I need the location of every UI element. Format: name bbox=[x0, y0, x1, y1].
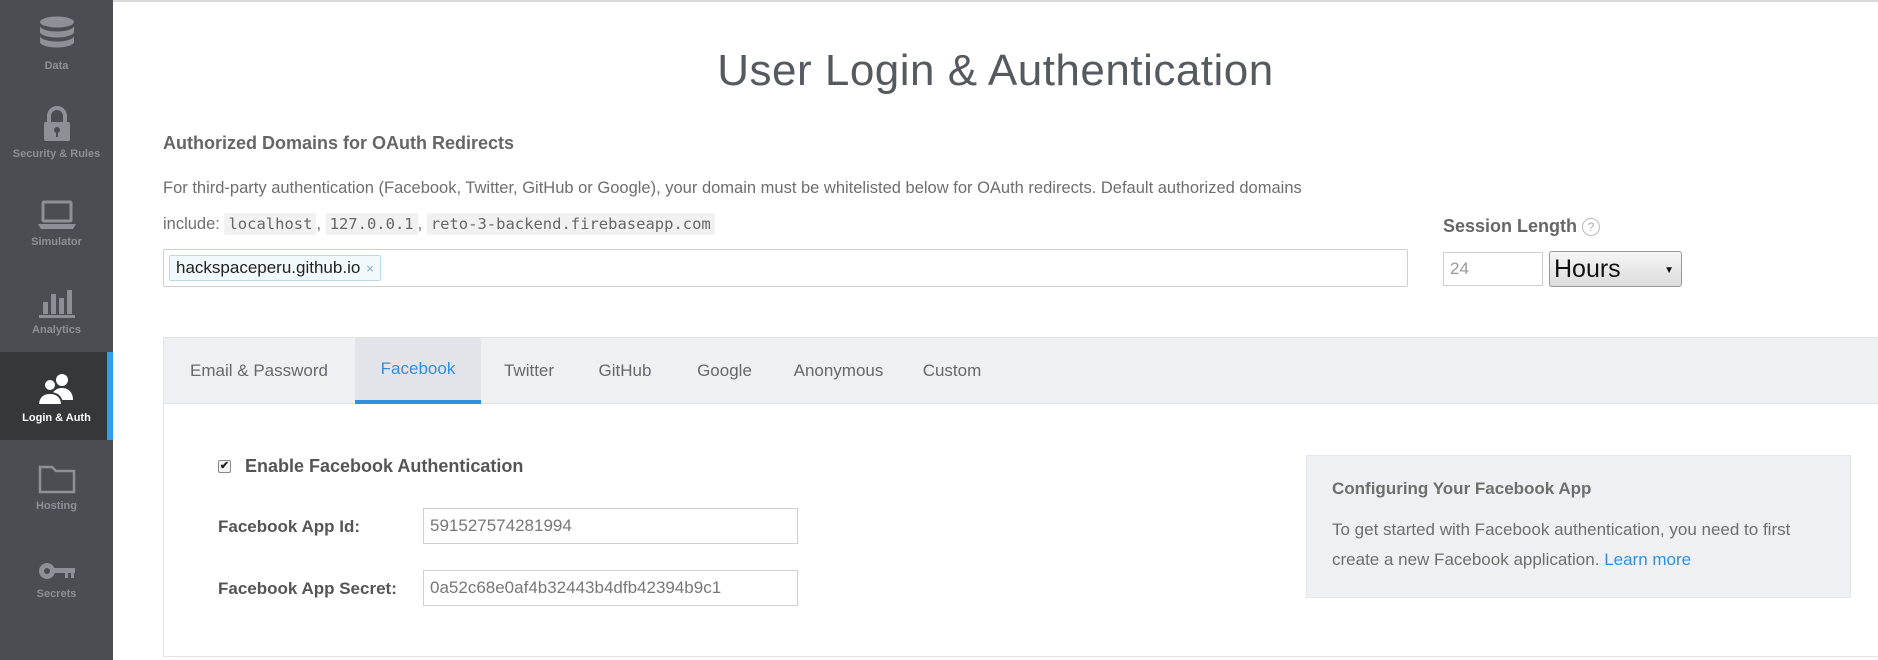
help-box-heading: Configuring Your Facebook App bbox=[1332, 479, 1592, 498]
sidebar: Data Security & Rules Simulator Analytic… bbox=[0, 0, 113, 660]
sidebar-item-hosting[interactable]: Hosting bbox=[0, 440, 113, 528]
app-secret-input[interactable]: 0a52c68e0af4b32443b4dfb42394b9c1 bbox=[423, 570, 798, 606]
help-icon[interactable]: ? bbox=[1582, 217, 1601, 236]
sidebar-item-data[interactable]: Data bbox=[0, 0, 113, 88]
session-unit-select[interactable]: Hours ▼ bbox=[1549, 251, 1682, 287]
learn-more-link[interactable]: Learn more bbox=[1604, 550, 1691, 569]
sidebar-item-label: Simulator bbox=[31, 236, 82, 248]
session-unit-value: Hours bbox=[1554, 254, 1621, 283]
default-domain-code: reto-3-backend.firebaseapp.com bbox=[426, 213, 715, 235]
app-id-value: 591527574281994 bbox=[430, 516, 572, 535]
default-domain-code: localhost bbox=[224, 213, 317, 235]
description-include: include: bbox=[163, 215, 220, 233]
provider-tab-bar: Email & Password Facebook Twitter GitHub… bbox=[164, 338, 1878, 404]
sidebar-item-label: Security & Rules bbox=[12, 148, 101, 160]
help-box-body: To get started with Facebook authenticat… bbox=[1332, 520, 1791, 569]
key-icon bbox=[38, 542, 76, 582]
app-id-input[interactable]: 591527574281994 bbox=[423, 508, 798, 544]
sidebar-item-secrets[interactable]: Secrets bbox=[0, 528, 113, 616]
sidebar-item-label: Data bbox=[44, 60, 69, 72]
tab-custom[interactable]: Custom bbox=[902, 338, 1002, 404]
session-length-text: Session Length bbox=[1443, 216, 1578, 236]
sidebar-item-label: Hosting bbox=[36, 500, 77, 512]
description-text: For third-party authentication (Facebook… bbox=[163, 179, 1302, 197]
enable-facebook-label: Enable Facebook Authentication bbox=[245, 456, 524, 476]
domain-tag: hackspaceperu.github.io × bbox=[169, 255, 381, 281]
tab-google[interactable]: Google bbox=[674, 338, 775, 404]
session-length-value: 24 bbox=[1450, 259, 1469, 278]
enable-facebook-row: ✔ Enable Facebook Authentication bbox=[218, 456, 523, 477]
help-box-text: To get started with Facebook authenticat… bbox=[1332, 515, 1832, 575]
active-indicator bbox=[107, 352, 113, 440]
tab-anonymous[interactable]: Anonymous bbox=[775, 338, 902, 404]
remove-tag-icon[interactable]: × bbox=[366, 261, 374, 276]
session-length-input[interactable]: 24 bbox=[1443, 252, 1543, 286]
tab-email-password[interactable]: Email & Password bbox=[164, 338, 354, 404]
app-id-label: Facebook App Id: bbox=[218, 517, 360, 536]
top-border bbox=[113, 0, 1878, 2]
tab-github[interactable]: GitHub bbox=[576, 338, 674, 404]
domain-tag-label: hackspaceperu.github.io bbox=[176, 258, 361, 277]
authorized-domains-heading: Authorized Domains for OAuth Redirects bbox=[163, 133, 515, 153]
tab-twitter[interactable]: Twitter bbox=[482, 338, 576, 404]
dropdown-arrow-icon: ▼ bbox=[1664, 265, 1674, 276]
app-secret-value: 0a52c68e0af4b32443b4dfb42394b9c1 bbox=[430, 578, 722, 597]
sidebar-item-label: Analytics bbox=[32, 324, 81, 336]
laptop-icon bbox=[37, 190, 76, 230]
auth-provider-panel: Email & Password Facebook Twitter GitHub… bbox=[163, 337, 1878, 657]
session-length-label: Session Length ? bbox=[1443, 216, 1601, 237]
authorized-domains-input[interactable]: hackspaceperu.github.io × bbox=[163, 249, 1408, 287]
sidebar-item-login-auth[interactable]: Login & Auth bbox=[0, 352, 113, 440]
page-title: User Login & Authentication bbox=[717, 46, 1274, 95]
sidebar-item-label: Secrets bbox=[36, 588, 77, 600]
facebook-help-box: Configuring Your Facebook App To get sta… bbox=[1306, 455, 1851, 598]
lock-icon bbox=[43, 102, 71, 142]
sidebar-item-label: Login & Auth bbox=[22, 412, 91, 424]
default-domain-code: 127.0.0.1 bbox=[325, 213, 418, 235]
enable-facebook-checkbox[interactable]: ✔ bbox=[218, 460, 231, 473]
folder-icon bbox=[38, 454, 76, 494]
authorized-domains-description: For third-party authentication (Facebook… bbox=[163, 179, 1302, 235]
app-secret-label: Facebook App Secret: bbox=[218, 579, 397, 598]
sidebar-item-analytics[interactable]: Analytics bbox=[0, 264, 113, 352]
tab-facebook[interactable]: Facebook bbox=[355, 338, 481, 404]
bar-chart-icon bbox=[38, 278, 75, 318]
sidebar-item-security[interactable]: Security & Rules bbox=[0, 88, 113, 176]
database-icon bbox=[39, 14, 75, 54]
users-icon bbox=[36, 366, 77, 406]
sidebar-item-simulator[interactable]: Simulator bbox=[0, 176, 113, 264]
